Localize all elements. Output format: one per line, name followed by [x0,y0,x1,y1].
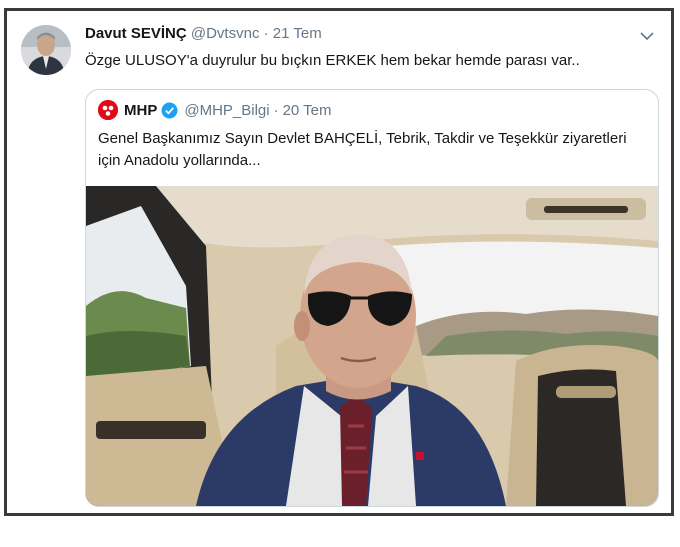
quoted-meta-separator: · [273,101,279,119]
quoted-tweet-date[interactable]: 20 Tem [283,102,332,119]
tweet-header: Davut SEVİNÇ @Dvtsvnc · 21 Tem [85,25,322,42]
author-handle[interactable]: @Dvtsvnc [191,25,260,42]
verified-badge-icon [161,102,178,119]
tweet-text: Özge ULUSOY'a duyrulur bu bıçkın ERKEK h… [85,52,580,69]
mhp-logo-icon [98,100,118,120]
author-name[interactable]: Davut SEVİNÇ [85,25,187,42]
quoted-tweet-photo[interactable] [86,186,658,506]
tweet-date[interactable]: 21 Tem [273,25,322,42]
chevron-down-icon[interactable] [639,29,655,43]
tweet-card[interactable]: Davut SEVİNÇ @Dvtsvnc · 21 Tem Özge ULUS… [4,8,674,516]
quoted-tweet-text: Genel Başkanımız Sayın Devlet BAHÇELİ, T… [98,130,627,169]
meta-separator: · [263,25,269,42]
quoted-author-name[interactable]: MHP [124,102,157,119]
quoted-tweet-header: MHP @MHP_Bilgi · 20 Tem [98,100,332,120]
avatar[interactable] [21,25,71,75]
quoted-author-handle[interactable]: @MHP_Bilgi [184,102,269,119]
quoted-tweet[interactable]: MHP @MHP_Bilgi · 20 Tem Genel Başkanımız… [85,89,659,507]
